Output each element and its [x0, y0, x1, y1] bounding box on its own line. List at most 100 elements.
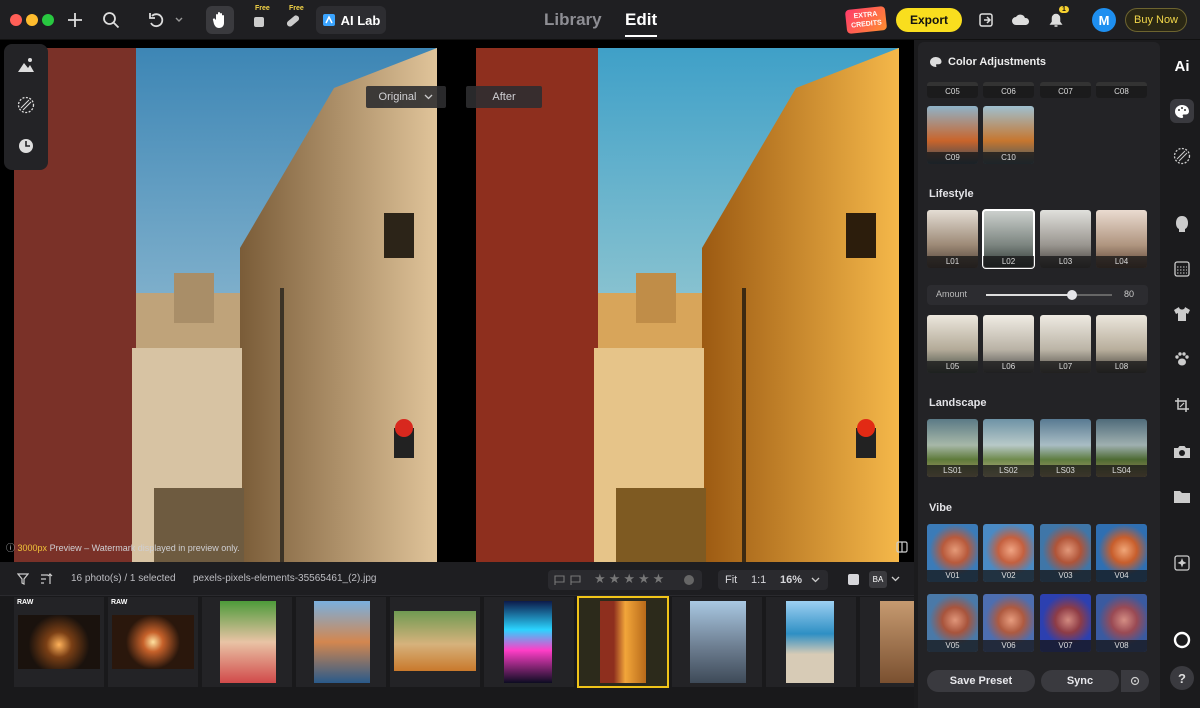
- color-label-dot[interactable]: [684, 575, 694, 585]
- thumbnail-image: [112, 615, 194, 669]
- thumbnail-puppies[interactable]: [390, 597, 480, 687]
- preset-v02[interactable]: V02: [983, 524, 1034, 582]
- add-icon[interactable]: [64, 6, 86, 34]
- ai-lab-button[interactable]: AI Lab: [316, 6, 386, 34]
- preset-l01[interactable]: L01: [927, 210, 978, 268]
- sign-in-icon[interactable]: [976, 6, 996, 34]
- sync-options-button[interactable]: [1121, 670, 1149, 692]
- before-view-select[interactable]: Original: [366, 86, 446, 108]
- preset-ls02[interactable]: LS02: [983, 419, 1034, 477]
- help-button[interactable]: ?: [1170, 666, 1194, 690]
- minimize-window-button[interactable]: [26, 14, 38, 26]
- preset-l02-selected[interactable]: L02: [982, 209, 1035, 269]
- compare-toggle-icon[interactable]: [896, 540, 908, 558]
- zoom-value[interactable]: 16%: [780, 574, 802, 586]
- camera-icon[interactable]: [1170, 439, 1194, 463]
- flag-icon[interactable]: [570, 575, 582, 585]
- preset-c06[interactable]: C06: [983, 82, 1034, 98]
- thumbnail-tunnel[interactable]: RAW: [14, 597, 104, 687]
- bandage-icon[interactable]: Free: [282, 5, 304, 34]
- preset-c09[interactable]: C09: [927, 106, 978, 164]
- preset-label: LS02: [983, 465, 1034, 477]
- preset-ls03[interactable]: LS03: [1040, 419, 1091, 477]
- sparkle-icon[interactable]: [1170, 551, 1194, 575]
- mountain-icon[interactable]: [13, 52, 39, 78]
- face-icon[interactable]: [1170, 212, 1194, 236]
- filmstrip: RAW RAW: [0, 596, 914, 708]
- preset-l03[interactable]: L03: [1040, 210, 1091, 268]
- preset-ls04[interactable]: LS04: [1096, 419, 1147, 477]
- preset-c05[interactable]: C05: [927, 82, 978, 98]
- hand-icon[interactable]: [206, 6, 234, 34]
- thumbnail-partial[interactable]: [860, 597, 914, 687]
- save-preset-button[interactable]: Save Preset: [927, 670, 1035, 692]
- buy-now-button[interactable]: Buy Now: [1125, 8, 1187, 32]
- preset-ls01[interactable]: LS01: [927, 419, 978, 477]
- preset-v07[interactable]: V07: [1040, 594, 1091, 652]
- before-after-toggle[interactable]: BA: [869, 571, 887, 588]
- thumbnail-city[interactable]: [672, 597, 762, 687]
- preset-v05[interactable]: V05: [927, 594, 978, 652]
- sync-button[interactable]: Sync: [1041, 670, 1119, 692]
- search-icon[interactable]: [100, 6, 122, 34]
- ai-tools-button[interactable]: Ai: [1170, 54, 1194, 78]
- paw-icon[interactable]: [1170, 347, 1194, 371]
- fit-button[interactable]: Fit: [725, 574, 737, 586]
- slider-thumb[interactable]: [1067, 290, 1077, 300]
- preset-c08[interactable]: C08: [1096, 82, 1147, 98]
- shirt-icon[interactable]: [1170, 302, 1194, 326]
- close-window-button[interactable]: [10, 14, 22, 26]
- filter-icon[interactable]: [17, 573, 29, 585]
- color-adjustments-panel: Color Adjustments C05 C06 C07 C08 C09 C1…: [918, 42, 1160, 708]
- flag-icon[interactable]: [554, 575, 566, 585]
- preset-l04[interactable]: L04: [1096, 210, 1147, 268]
- photo-canvas[interactable]: Original After: [0, 40, 914, 562]
- tab-edit[interactable]: Edit: [625, 10, 658, 37]
- filmstrip-toolbar: 16 photo(s) / 1 selected pexels-pixels-e…: [0, 562, 914, 596]
- cloud-icon[interactable]: [1010, 6, 1032, 34]
- preset-l06[interactable]: L06: [983, 315, 1034, 373]
- preset-v08[interactable]: V08: [1096, 594, 1147, 652]
- preset-v04[interactable]: V04: [1096, 524, 1147, 582]
- thumbnail-harbor[interactable]: [296, 597, 386, 687]
- circle-tool-icon[interactable]: [1170, 628, 1194, 652]
- preset-v01[interactable]: V01: [927, 524, 978, 582]
- thumbnail-tunnel-2[interactable]: RAW: [108, 597, 198, 687]
- amount-slider[interactable]: Amount 80: [927, 285, 1148, 305]
- star-icon: ★: [623, 571, 638, 586]
- preset-c10[interactable]: C10: [983, 106, 1034, 164]
- maximize-window-button[interactable]: [42, 14, 54, 26]
- undo-icon[interactable]: [146, 6, 186, 34]
- export-button[interactable]: Export: [896, 8, 962, 32]
- thumbnail-neon[interactable]: [484, 597, 574, 687]
- crop-icon[interactable]: [1170, 393, 1194, 417]
- star-rating[interactable]: ★★★★★: [594, 571, 667, 587]
- history-icon[interactable]: [13, 133, 39, 159]
- sort-icon[interactable]: [40, 573, 53, 585]
- preset-c07[interactable]: C07: [1040, 82, 1091, 98]
- thumbnail-child[interactable]: [202, 597, 292, 687]
- single-view-icon[interactable]: [848, 574, 859, 585]
- preset-v03[interactable]: V03: [1040, 524, 1091, 582]
- one-to-one-button[interactable]: 1:1: [751, 574, 766, 586]
- eraser-icon[interactable]: Free: [248, 5, 270, 34]
- preset-l07[interactable]: L07: [1040, 315, 1091, 373]
- preset-v06[interactable]: V06: [983, 594, 1034, 652]
- thumbnail-image: [394, 611, 476, 671]
- chevron-down-icon[interactable]: [811, 577, 820, 583]
- texture-icon[interactable]: [1170, 144, 1194, 168]
- avatar[interactable]: M: [1092, 8, 1116, 32]
- gradient-icon[interactable]: [1170, 257, 1194, 281]
- texture-icon[interactable]: [13, 92, 39, 118]
- thumbnail-street-selected[interactable]: [577, 596, 669, 688]
- watermark-text: Preview – Watermark displayed in preview…: [47, 543, 240, 553]
- preset-l05[interactable]: L05: [927, 315, 978, 373]
- preset-l08[interactable]: L08: [1096, 315, 1147, 373]
- preset-label: V01: [927, 570, 978, 582]
- folder-icon[interactable]: [1170, 484, 1194, 508]
- extra-credits-badge[interactable]: EXTRA CREDITS: [844, 5, 888, 35]
- palette-icon[interactable]: [1170, 99, 1194, 123]
- chevron-down-icon[interactable]: [891, 576, 900, 582]
- tab-library[interactable]: Library: [544, 10, 602, 30]
- thumbnail-beach[interactable]: [766, 597, 856, 687]
